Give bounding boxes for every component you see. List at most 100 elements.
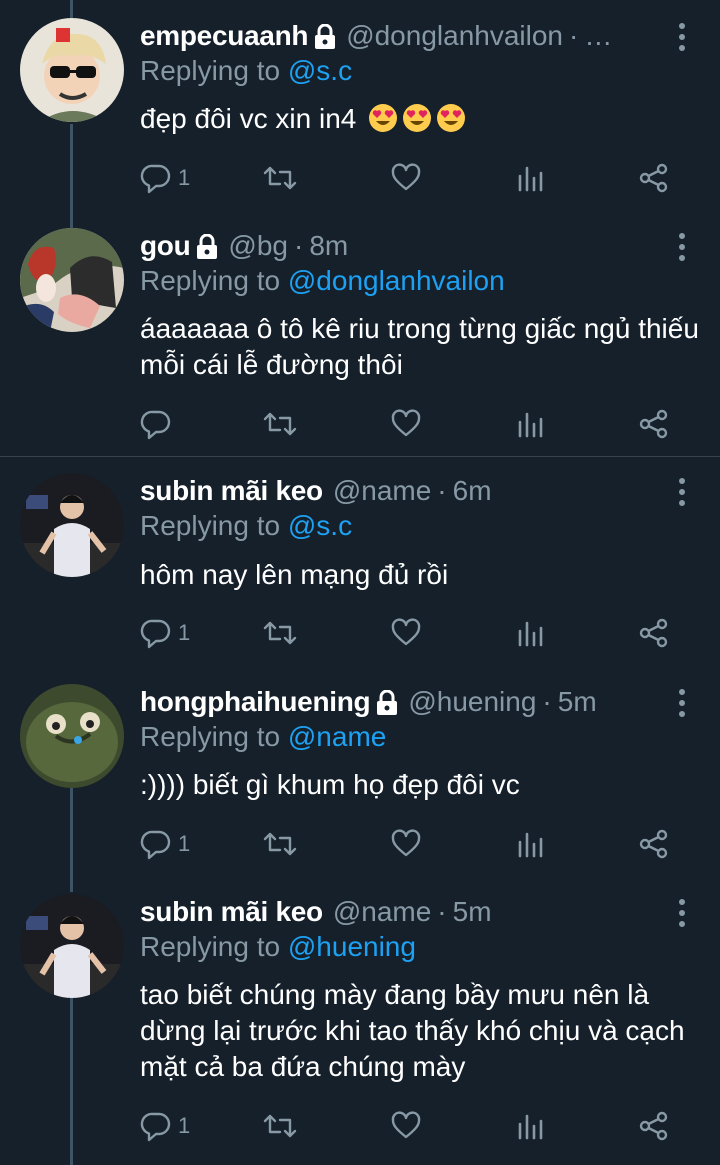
tweet-actions: 1 — [140, 613, 680, 653]
display-name[interactable]: empecuaanh — [140, 18, 308, 54]
tweet[interactable]: gou @bg · 8m Replying to @donglanhvailon… — [0, 228, 720, 456]
reply-button[interactable] — [140, 404, 178, 444]
reply-prefix: Replying to — [140, 265, 281, 296]
retweet-icon — [262, 617, 298, 649]
more-vertical-icon[interactable] — [678, 898, 686, 928]
heart-eyes-emoji — [436, 103, 466, 133]
avatar[interactable] — [20, 18, 124, 122]
lock-icon — [376, 689, 398, 715]
analytics-button[interactable] — [516, 404, 546, 444]
share-button[interactable] — [638, 158, 670, 198]
reply-count: 1 — [178, 831, 191, 856]
analytics-button[interactable] — [516, 613, 546, 653]
avatar[interactable] — [20, 684, 124, 788]
more-vertical-icon[interactable] — [678, 232, 686, 262]
tweet-text: tao biết chúng mày đang bầy mưu nên là d… — [140, 979, 685, 1082]
display-name[interactable]: hongphaihuening — [140, 684, 371, 720]
retweet-button[interactable] — [262, 404, 298, 444]
heart-eyes-emoji — [368, 103, 398, 133]
display-name[interactable]: subin mãi keo — [140, 894, 323, 930]
timestamp[interactable]: 5m — [453, 894, 492, 930]
tweet-header: hongphaihuening @huening · 5m — [140, 684, 660, 720]
heart-icon — [390, 1110, 422, 1142]
reply-button[interactable]: 1 — [140, 613, 190, 653]
tweet-actions: 1 — [140, 1106, 680, 1146]
handle[interactable]: @huening — [408, 684, 536, 720]
heart-eyes-emoji — [402, 103, 432, 133]
reply-mention[interactable]: @donglanhvailon — [288, 265, 505, 296]
analytics-icon — [516, 828, 546, 860]
reply-mention[interactable]: @s.c — [288, 510, 352, 541]
separator: · — [294, 230, 304, 261]
analytics-icon — [516, 408, 546, 440]
like-button[interactable] — [390, 158, 422, 198]
retweet-icon — [262, 828, 298, 860]
tweet-text: :)))) biết gì khum họ đẹp đôi vc — [140, 769, 520, 800]
handle[interactable]: @donglanhvailon — [346, 18, 563, 54]
retweet-button[interactable] — [262, 158, 298, 198]
reply-mention[interactable]: @huening — [288, 931, 416, 962]
share-icon — [638, 408, 670, 440]
like-button[interactable] — [390, 824, 422, 864]
separator: · — [437, 475, 447, 506]
more-vertical-icon[interactable] — [678, 22, 686, 52]
timestamp[interactable]: 8m — [309, 228, 348, 264]
tweet-header: subin mãi keo @name · 6m — [140, 473, 660, 509]
reply-icon — [140, 617, 172, 649]
tweet[interactable]: empecuaanh @donglanhvailon · … Replying … — [0, 0, 720, 228]
heart-icon — [390, 162, 422, 194]
analytics-button[interactable] — [516, 824, 546, 864]
reply-mention[interactable]: @name — [288, 721, 386, 752]
more-vertical-icon[interactable] — [678, 688, 686, 718]
tweet[interactable]: hongphaihuening @huening · 5m Replying t… — [0, 684, 720, 878]
reply-prefix: Replying to — [140, 931, 281, 962]
like-button[interactable] — [390, 613, 422, 653]
reply-button[interactable]: 1 — [140, 1106, 190, 1146]
reply-count: 1 — [178, 165, 191, 190]
replying-to: Replying to @huening — [140, 929, 416, 965]
retweet-button[interactable] — [262, 824, 298, 864]
like-button[interactable] — [390, 404, 422, 444]
handle[interactable]: @name — [333, 894, 431, 930]
timestamp[interactable]: 6m — [453, 473, 492, 509]
reply-prefix: Replying to — [140, 510, 281, 541]
retweet-button[interactable] — [262, 613, 298, 653]
share-icon — [638, 828, 670, 860]
share-button[interactable] — [638, 613, 670, 653]
handle[interactable]: @bg — [228, 228, 288, 264]
avatar[interactable] — [20, 228, 124, 332]
tweet[interactable]: subin mãi keo @name · 6m Replying to @s.… — [0, 473, 720, 668]
reply-mention[interactable]: @s.c — [288, 55, 352, 86]
retweet-button[interactable] — [262, 1106, 298, 1146]
tweet-header: empecuaanh @donglanhvailon · … — [140, 18, 660, 54]
share-button[interactable] — [638, 1106, 670, 1146]
like-button[interactable] — [390, 1106, 422, 1146]
tweet-actions: 1 — [140, 824, 680, 864]
reply-button[interactable]: 1 — [140, 158, 190, 198]
tweet[interactable]: subin mãi keo @name · 5m Replying to @hu… — [0, 894, 720, 1165]
share-button[interactable] — [638, 824, 670, 864]
display-name[interactable]: gou — [140, 228, 191, 264]
more-vertical-icon[interactable] — [678, 477, 686, 507]
tweet-text: đẹp đôi vc xin in4 — [140, 101, 700, 137]
avatar[interactable] — [20, 894, 124, 998]
avatar[interactable] — [20, 473, 124, 577]
retweet-icon — [262, 408, 298, 440]
tweet-text: hôm nay lên mạng đủ rồi — [140, 559, 449, 590]
analytics-button[interactable] — [516, 1106, 546, 1146]
reply-icon — [140, 162, 172, 194]
display-name[interactable]: subin mãi keo — [140, 473, 323, 509]
handle[interactable]: @name — [333, 473, 431, 509]
reply-prefix: Replying to — [140, 721, 281, 752]
tweet-text: áaaaaaa ô tô kê riu trong từng giấc ngủ … — [140, 313, 699, 380]
replying-to: Replying to @name — [140, 719, 386, 755]
timestamp[interactable]: … — [584, 18, 612, 54]
timestamp[interactable]: 5m — [558, 684, 597, 720]
lock-icon — [196, 233, 218, 259]
reply-prefix: Replying to — [140, 55, 281, 86]
replying-to: Replying to @s.c — [140, 508, 352, 544]
share-button[interactable] — [638, 404, 670, 444]
analytics-button[interactable] — [516, 158, 546, 198]
reply-button[interactable]: 1 — [140, 824, 190, 864]
heart-icon — [390, 617, 422, 649]
